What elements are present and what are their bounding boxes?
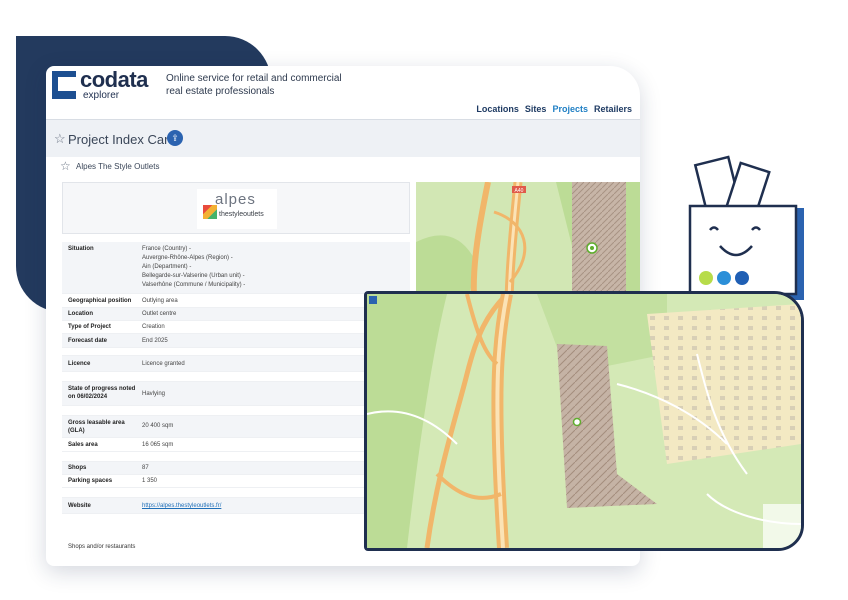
row-label: Situation [68,246,94,252]
project-details-table: Situation France (Country) - Auvergne-Rh… [62,242,410,514]
row-value: Creation [142,324,165,330]
situation-line[interactable]: France (Country) - [142,246,191,252]
row-value: 1 350 [142,478,158,484]
row-value: 87 [142,465,149,471]
nav-retailers[interactable]: Retailers [594,104,632,114]
nav-sites[interactable]: Sites [525,104,547,114]
table-spacer [62,372,410,382]
map-layer-icon[interactable] [369,296,377,304]
table-row: Geographical position Outlying area [62,294,410,308]
row-label: Website [68,503,91,509]
logo-subname: explorer [83,90,120,101]
alpes-subtext: thestyleoutlets [219,211,264,218]
shopping-bag-illustration [680,150,804,300]
situation-line[interactable]: Auvergne-Rhône-Alpes (Region) - [142,255,233,261]
situation-line[interactable]: Valserhône (Commune / Municipality) - [142,282,245,288]
table-row: Parking spaces 1 350 [62,475,410,488]
table-row: Shops 87 [62,462,410,475]
row-value: 16 065 sqm [142,442,174,448]
road-label-small: A40 [515,188,524,194]
logo-mark-icon [52,71,76,99]
situation-line[interactable]: Bellegarde-sur-Valserine (Urban unit) - [142,273,245,279]
table-spacer [62,488,410,498]
codata-logo[interactable]: codata explorer [52,67,152,103]
table-row-situation: Situation France (Country) - Auvergne-Rh… [62,242,410,294]
row-value: Outlet centre [142,311,177,317]
row-label: Gross leasable area (GLA) [68,420,125,434]
row-value: Licence granted [142,361,185,367]
row-label: Geographical position [68,298,132,304]
row-value: End 2025 [142,338,168,344]
alpes-word: alpes [215,191,256,208]
nav-projects[interactable]: Projects [552,104,588,114]
share-icon[interactable]: ⇪ [167,130,183,146]
row-value: Havlying [142,391,166,397]
situation-line[interactable]: Ain (Department) - [142,264,191,270]
project-star-icon[interactable]: ☆ [60,159,71,173]
title-bar: ☆ Project Index Card ⇪ [46,119,640,157]
row-label: Shops [68,465,87,471]
row-label: Sales area [68,442,98,448]
project-pin-icon-zoomed[interactable] [572,417,582,427]
alpes-logo: alpes thestyleoutlets [197,189,277,229]
table-spacer [62,348,410,356]
location-map-zoomed[interactable] [364,291,804,551]
row-label: Forecast date [68,338,108,344]
nav-locations[interactable]: Locations [476,104,519,114]
table-row: Licence Licence granted [62,356,410,372]
row-label: Licence [68,361,91,367]
row-label: Parking spaces [68,478,113,484]
row-label: Location [68,311,93,317]
table-row: Location Outlet centre [62,308,410,321]
website-link[interactable]: https://alpes.thestyleoutlets.fr/ [142,503,221,509]
shops-restaurants-label: Shops and/or restaurants [68,544,136,550]
project-logo-panel: alpes thestyleoutlets [62,182,410,234]
tagline: Online service for retail and commercial… [166,73,342,97]
row-value: Outlying area [142,298,178,304]
table-row: Gross leasable area (GLA) 20 400 sqm [62,416,410,438]
table-row: Website https://alpes.thestyleoutlets.fr… [62,498,410,514]
table-spacer [62,406,410,416]
table-row: State of progress noted on 06/02/2024 Ha… [62,382,410,406]
table-spacer [62,452,410,462]
project-name: Alpes The Style Outlets [76,162,160,171]
main-nav: Locations Sites Projects Retailers [476,104,632,114]
table-row: Forecast date End 2025 [62,334,410,348]
row-label: Type of Project [68,324,111,330]
page-title: Project Index Card [68,132,176,147]
row-value: 20 400 sqm [142,423,174,429]
row-label: State of progress noted on 06/02/2024 [68,386,136,400]
app-header: codata explorer Online service for retai… [46,66,640,118]
table-row: Sales area 16 065 sqm [62,438,410,452]
table-row: Type of Project Creation [62,321,410,334]
favorite-star-icon[interactable]: ☆ [54,131,66,147]
